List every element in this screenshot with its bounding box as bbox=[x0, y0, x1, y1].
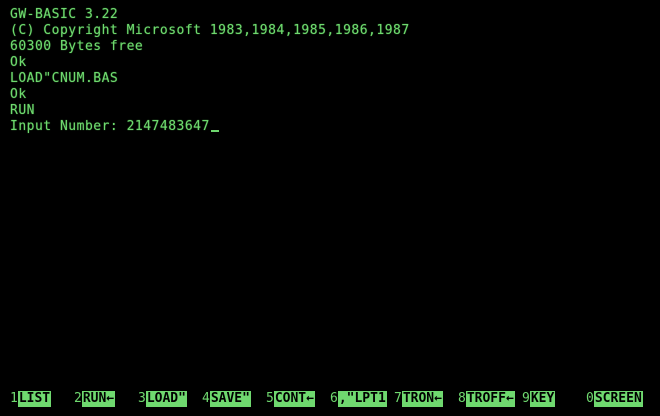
fkey-number: 7 bbox=[394, 391, 402, 406]
fkey-2-run[interactable]: 2RUN← bbox=[74, 391, 116, 407]
fkey-label: SAVE" bbox=[209, 391, 251, 407]
fkey-number: 9 bbox=[522, 391, 530, 406]
terminal-output: GW-BASIC 3.22 (C) Copyright Microsoft 19… bbox=[10, 7, 650, 135]
terminal-line-bytes-free: 60300 Bytes free bbox=[10, 39, 144, 54]
fkey-1-list[interactable]: 1LIST bbox=[10, 391, 52, 407]
terminal-line-copyright: (C) Copyright Microsoft 1983,1984,1985,1… bbox=[10, 23, 410, 38]
fkey-3-load[interactable]: 3LOAD" bbox=[138, 391, 187, 407]
fkey-number: 2 bbox=[74, 391, 82, 406]
fkey-5-cont[interactable]: 5CONT← bbox=[266, 391, 315, 407]
fkey-label: LOAD" bbox=[145, 391, 187, 407]
fkey-number: 1 bbox=[10, 391, 18, 406]
fkey-number: 4 bbox=[202, 391, 210, 406]
fkey-number: 3 bbox=[138, 391, 146, 406]
terminal-line-version: GW-BASIC 3.22 bbox=[10, 7, 119, 22]
fkey-6-lpt1[interactable]: 6,"LPT1 bbox=[330, 391, 387, 407]
fkey-label: ,"LPT1 bbox=[337, 391, 387, 407]
input-prompt-text: Input Number: 2147483647 bbox=[10, 119, 210, 134]
terminal-line-run-command: RUN bbox=[10, 103, 35, 118]
fkey-number: 8 bbox=[458, 391, 466, 406]
fkey-9-key[interactable]: 9KEY bbox=[522, 391, 556, 407]
fkey-label: CONT← bbox=[273, 391, 315, 407]
fkey-number: 6 bbox=[330, 391, 338, 406]
dos-screen: GW-BASIC 3.22 (C) Copyright Microsoft 19… bbox=[0, 0, 660, 416]
input-prompt-line[interactable]: Input Number: 2147483647 bbox=[10, 119, 650, 135]
fkey-4-save[interactable]: 4SAVE" bbox=[202, 391, 251, 407]
fkey-label: TRON← bbox=[401, 391, 443, 407]
fkey-label: LIST bbox=[17, 391, 52, 407]
fkey-number: 0 bbox=[586, 391, 594, 406]
fkey-0-screen[interactable]: 0SCREEN bbox=[586, 391, 643, 407]
fkey-8-troff[interactable]: 8TROFF← bbox=[458, 391, 515, 407]
fkey-label: SCREEN bbox=[593, 391, 643, 407]
terminal-line-load-command: LOAD"CNUM.BAS bbox=[10, 71, 119, 86]
fkey-label: RUN← bbox=[81, 391, 116, 407]
fkey-label: TROFF← bbox=[465, 391, 515, 407]
function-key-bar: 1LIST 2RUN← 3LOAD" 4SAVE" 5CONT← 6,"LPT1… bbox=[10, 391, 650, 407]
fkey-label: KEY bbox=[529, 391, 556, 407]
fkey-number: 5 bbox=[266, 391, 274, 406]
fkey-7-tron[interactable]: 7TRON← bbox=[394, 391, 443, 407]
text-cursor bbox=[210, 130, 219, 132]
terminal-line-ok: Ok bbox=[10, 55, 27, 70]
terminal-line-ok: Ok bbox=[10, 87, 27, 102]
